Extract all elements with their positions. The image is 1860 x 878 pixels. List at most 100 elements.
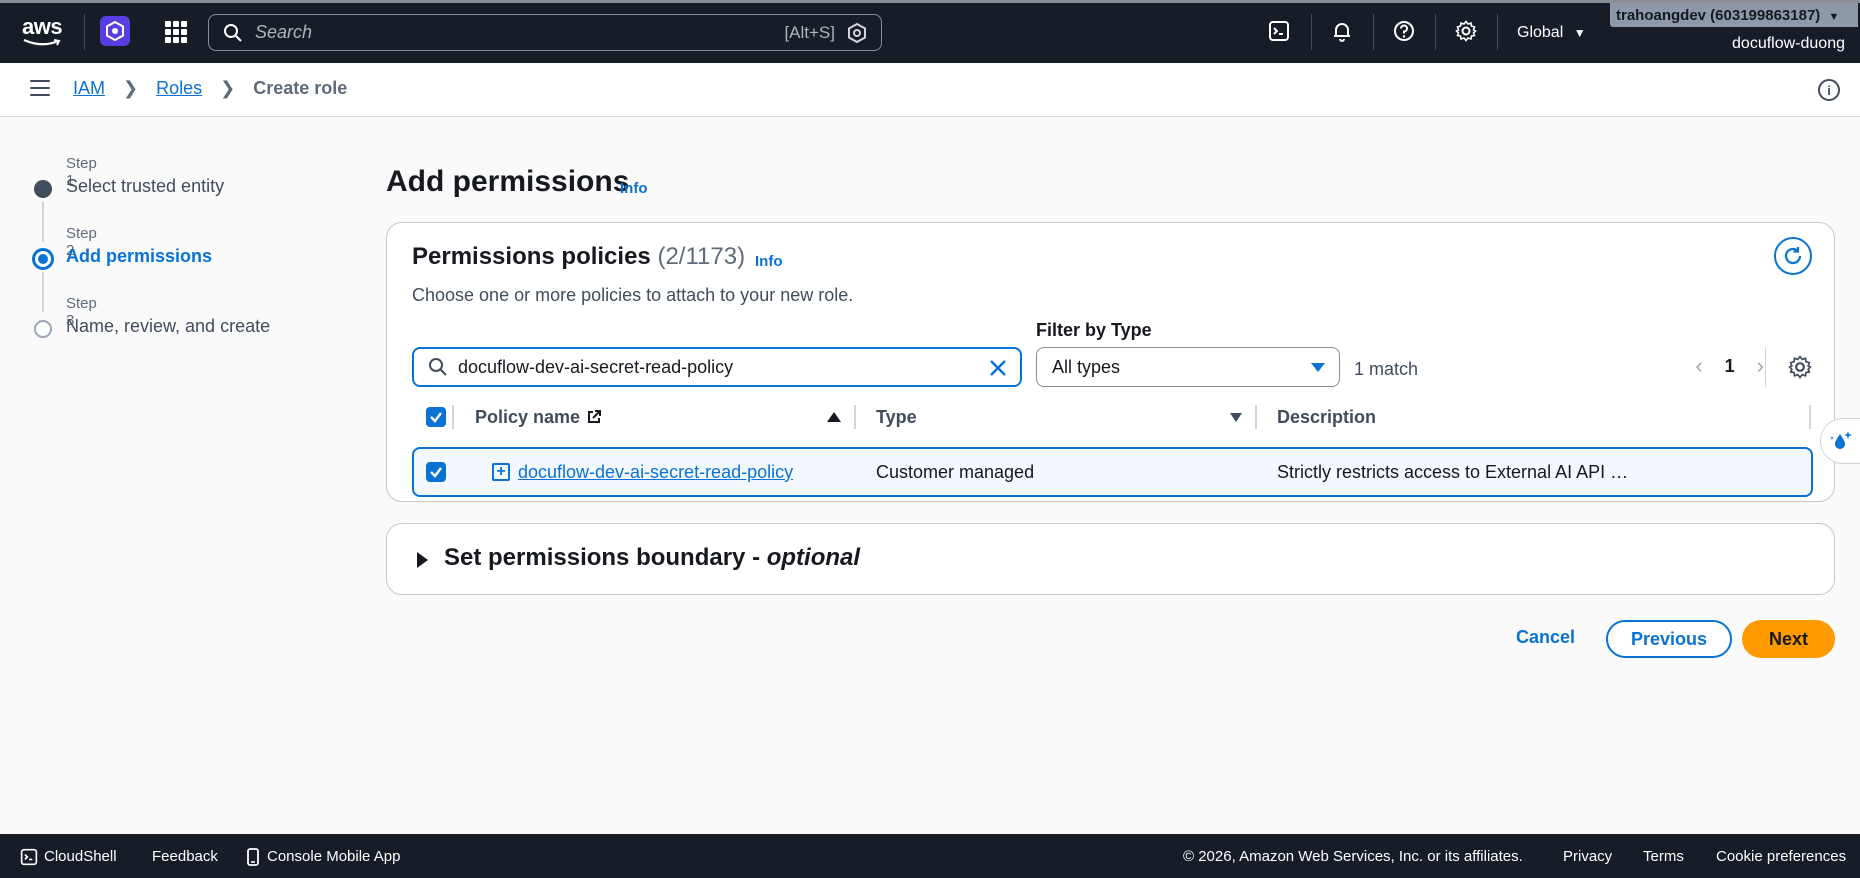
pager-divider — [1765, 347, 1766, 387]
match-count: 1 match — [1354, 359, 1419, 379]
policies-title: Permissions policies (2/1173) — [412, 243, 745, 271]
chevron-right-icon: ❯ — [123, 78, 139, 98]
footer-copyright: © 2026, Amazon Web Services, Inc. or its… — [1183, 848, 1523, 865]
help-icon[interactable] — [1391, 18, 1417, 44]
column-header-type[interactable]: Type — [876, 397, 917, 437]
permissions-policies-card: Permissions policies (2/1173) Info Choos… — [386, 222, 1835, 502]
column-separator — [452, 405, 454, 429]
caret-down-icon: ▼ — [1828, 11, 1840, 23]
boundary-title: Set permissions boundary - optional — [444, 544, 860, 572]
next-button[interactable]: Next — [1742, 620, 1835, 658]
column-separator — [1809, 405, 1811, 429]
step-connector — [42, 202, 44, 242]
policy-name-link[interactable]: docuflow-dev-ai-secret-read-policy — [518, 462, 793, 483]
cloudshell-icon — [20, 848, 38, 866]
policies-description: Choose one or more policies to attach to… — [412, 285, 854, 305]
footer-privacy[interactable]: Privacy — [1563, 848, 1612, 865]
top-navigation: aws Search [Alt+S] Global ▼ trahoangdev … — [0, 0, 1860, 63]
column-header-description[interactable]: Description — [1277, 397, 1376, 437]
info-panel-icon[interactable]: i — [1818, 79, 1840, 101]
footer-cloudshell-label: CloudShell — [44, 848, 117, 865]
expand-caret-icon — [417, 552, 428, 568]
policy-filter-input[interactable] — [412, 347, 1022, 387]
breadcrumb-current: Create role — [253, 78, 348, 98]
filter-type-select[interactable]: All types — [1036, 347, 1340, 387]
sort-ascending-icon[interactable] — [827, 412, 841, 422]
nav-divider — [1311, 14, 1312, 50]
cloudshell-icon[interactable] — [1266, 18, 1292, 44]
search-icon — [429, 358, 447, 376]
nav-divider — [1373, 14, 1374, 50]
page-title: Add permissions — [386, 165, 630, 198]
refresh-button[interactable] — [1774, 237, 1812, 275]
footer-terms[interactable]: Terms — [1643, 848, 1684, 865]
boundary-title-text: Set permissions boundary - — [444, 544, 767, 571]
step-connector — [42, 272, 44, 312]
step-title: Select trusted entity — [66, 176, 225, 196]
nav-divider — [1435, 14, 1436, 50]
policy-filter-field[interactable] — [458, 356, 958, 378]
row-expand-button[interactable]: + — [492, 449, 510, 495]
footer-feedback[interactable]: Feedback — [152, 848, 218, 865]
policy-name-cell: docuflow-dev-ai-secret-read-policy — [518, 449, 793, 495]
step-upcoming-dot — [34, 320, 52, 338]
permissions-boundary-section[interactable]: Set permissions boundary - optional — [386, 523, 1835, 595]
table-header: Policy name Type Description — [412, 397, 1812, 437]
account-menu[interactable]: trahoangdev (603199863187) ▼ — [1610, 3, 1858, 27]
prev-page-icon[interactable]: ‹ — [1695, 353, 1702, 379]
top-border — [0, 0, 1860, 3]
checkbox-checked-icon — [426, 407, 446, 427]
table-preferences-gear-icon[interactable] — [1788, 355, 1812, 379]
row-checkbox[interactable] — [426, 449, 446, 495]
search-shortcut: [Alt+S] — [784, 22, 835, 42]
region-selector[interactable]: Global ▼ — [1517, 24, 1586, 42]
chevron-right-icon: ❯ — [220, 78, 236, 98]
service-icon[interactable] — [100, 16, 130, 46]
cancel-button[interactable]: Cancel — [1516, 627, 1575, 648]
caret-down-icon — [1311, 363, 1325, 372]
page-info-link[interactable]: Info — [620, 180, 648, 197]
sort-unsorted-icon[interactable] — [1230, 413, 1242, 422]
boundary-optional: optional — [766, 544, 861, 571]
pagination: ‹ 1 › — [1695, 353, 1764, 379]
menu-hamburger-icon[interactable] — [30, 80, 50, 98]
mobile-phone-icon — [247, 848, 259, 866]
footer: CloudShell Feedback Console Mobile App ©… — [0, 834, 1860, 878]
breadcrumb: IAM ❯ Roles ❯ Create role — [73, 78, 347, 99]
breadcrumb-roles[interactable]: Roles — [156, 78, 202, 99]
current-page[interactable]: 1 — [1725, 356, 1735, 377]
aws-logo-text: aws — [22, 14, 63, 39]
step-completed-dot — [34, 180, 52, 198]
search-icon — [224, 23, 242, 42]
step-title: Name, review, and create — [66, 316, 271, 336]
refresh-icon — [1784, 247, 1802, 265]
nav-divider — [84, 14, 85, 50]
footer-mobile-app[interactable]: Console Mobile App — [247, 848, 400, 866]
footer-cloudshell[interactable]: CloudShell — [20, 848, 117, 866]
policy-type-cell: Customer managed — [876, 461, 1035, 482]
aws-logo[interactable]: aws — [22, 14, 64, 48]
column-separator — [1255, 405, 1257, 429]
breadcrumb-iam[interactable]: IAM — [73, 78, 105, 99]
notifications-bell-icon[interactable] — [1329, 18, 1355, 44]
external-link-icon — [588, 410, 602, 423]
previous-button[interactable]: Previous — [1606, 620, 1732, 658]
select-all-checkbox[interactable] — [426, 397, 446, 437]
footer-cookie-preferences[interactable]: Cookie preferences — [1716, 848, 1846, 865]
policies-info-link[interactable]: Info — [755, 253, 783, 270]
column-label: Policy name — [475, 406, 581, 427]
footer-mobile-label: Console Mobile App — [267, 848, 401, 865]
settings-gear-icon[interactable] — [1453, 18, 1479, 44]
services-menu-icon[interactable] — [165, 21, 187, 43]
search-input[interactable]: Search [Alt+S] — [208, 14, 882, 51]
step-title: Add permissions — [66, 246, 213, 266]
table-row[interactable]: + docuflow-dev-ai-secret-read-policy Cus… — [412, 447, 1813, 497]
policy-description-cell: Strictly restricts access to External AI… — [1277, 461, 1629, 482]
step-current-dot — [32, 248, 54, 270]
next-page-icon[interactable]: › — [1757, 353, 1764, 379]
column-header-policy-name[interactable]: Policy name — [475, 397, 602, 437]
assistant-float-button[interactable] — [1820, 418, 1860, 464]
clear-filter-icon[interactable] — [988, 358, 1008, 378]
filter-type-value: All types — [1052, 357, 1121, 377]
nav-divider — [1497, 14, 1498, 50]
